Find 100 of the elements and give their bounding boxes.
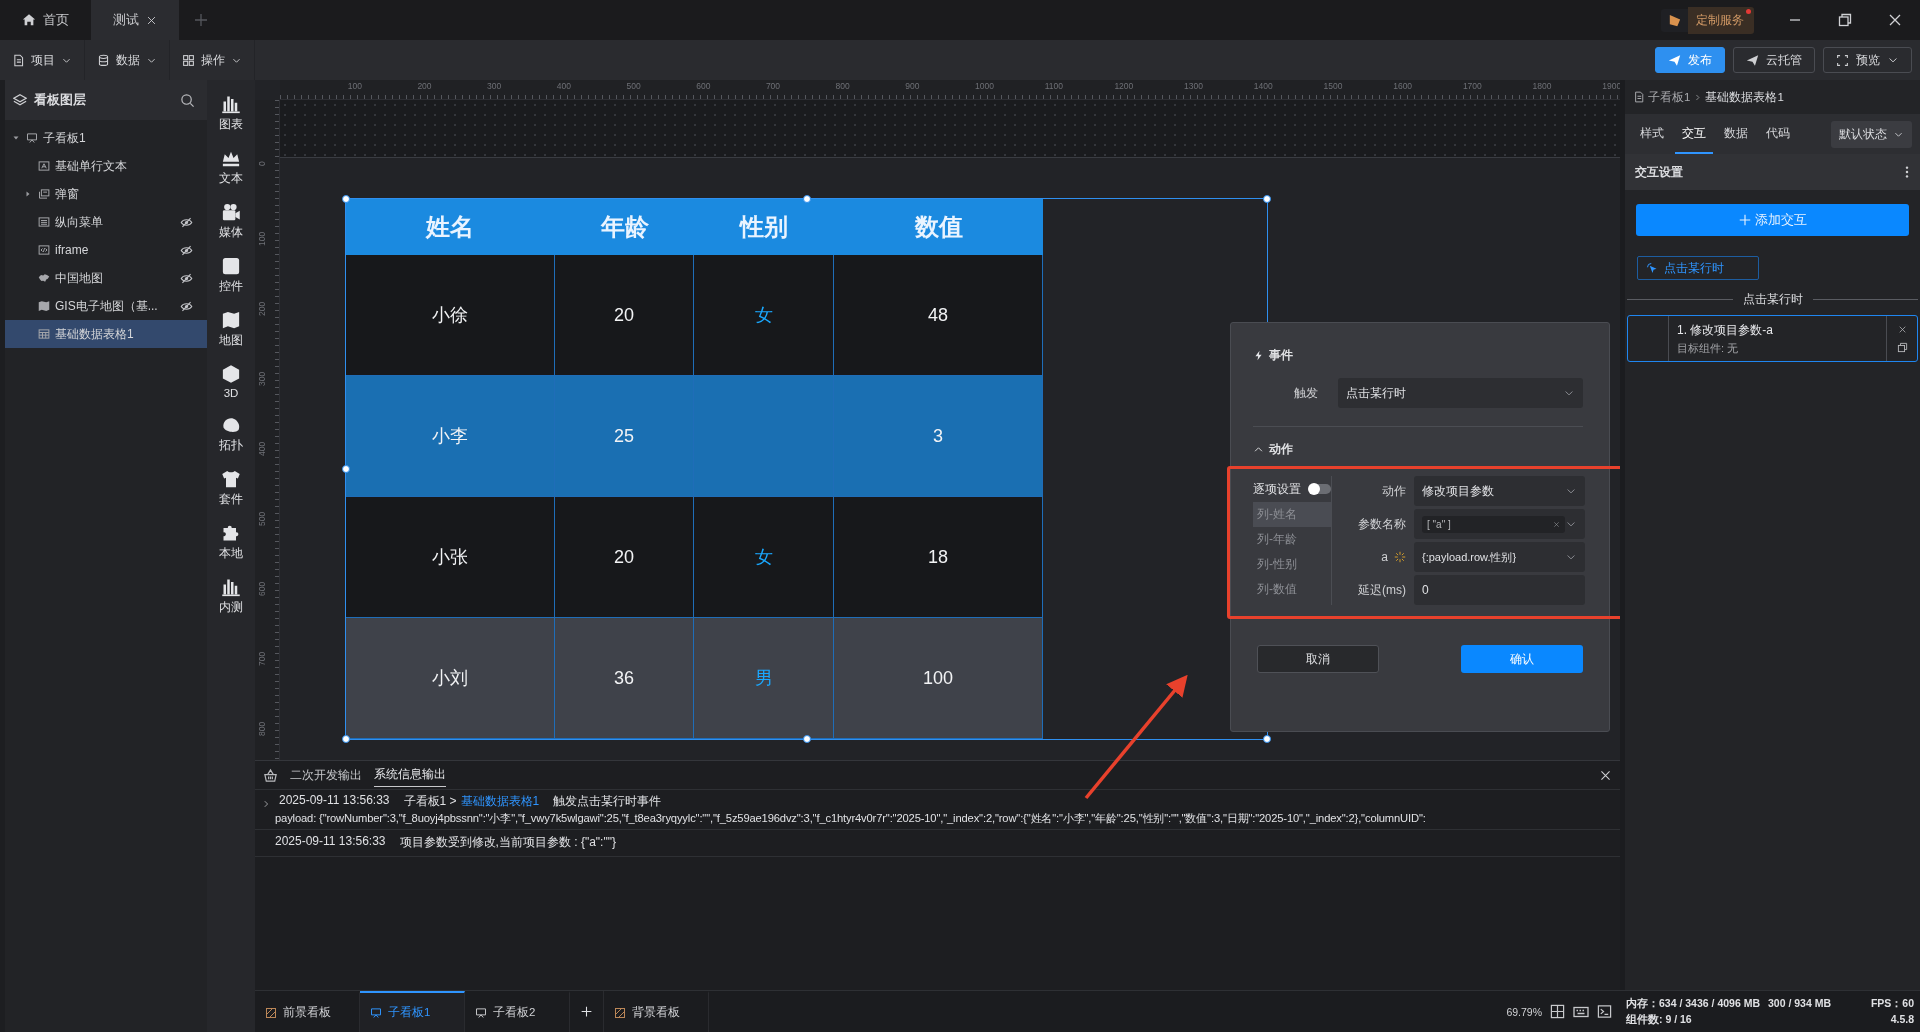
toolbar-button[interactable]: 云托管 (1733, 47, 1815, 73)
palette-item[interactable]: 拓扑 (209, 415, 253, 453)
palette-item[interactable]: 地图 (209, 310, 253, 348)
state-dropdown[interactable]: 默认状态 (1831, 120, 1912, 148)
table-cell: 小刘 (345, 618, 555, 739)
caret-icon[interactable] (1253, 444, 1264, 455)
select-field[interactable]: 修改项目参数 (1414, 476, 1585, 506)
tree-item[interactable]: 弹窗 (5, 180, 207, 208)
eye-slash-icon[interactable] (180, 215, 193, 229)
palette-item[interactable]: 内测 (209, 577, 253, 615)
dialog-button[interactable]: 确认 (1461, 645, 1583, 673)
palette-item[interactable]: 套件 (209, 469, 253, 507)
input-field[interactable]: 0 (1414, 575, 1585, 605)
tab[interactable]: 首页 (0, 0, 91, 40)
ruler-label: 100 (347, 81, 362, 91)
table-cell: 3 (834, 376, 1043, 497)
tab[interactable]: 系统信息输出 (374, 763, 446, 787)
ruler-label: 500 (626, 81, 641, 91)
lightning-icon (1253, 350, 1264, 361)
tree-item[interactable]: GIS电子地图（基... (5, 292, 207, 320)
breadcrumb-item[interactable]: 基础数据表格1 (1705, 89, 1784, 105)
tab[interactable]: 数据 (1717, 114, 1755, 154)
terminal-icon[interactable] (1597, 1004, 1612, 1019)
blob-icon (221, 415, 241, 435)
resize-handle[interactable] (802, 735, 811, 743)
resize-handle[interactable] (342, 195, 350, 203)
video-camera-icon (221, 202, 241, 222)
table-cell: 20 (555, 497, 694, 618)
tag-select-field[interactable]: [ "a" ] (1414, 509, 1585, 539)
tab[interactable]: 背景看板 (604, 991, 709, 1032)
basket-icon[interactable] (263, 767, 278, 783)
cube-icon (221, 364, 241, 384)
fit-screen-icon[interactable] (1550, 1004, 1565, 1019)
palette-item[interactable]: 控件 (209, 256, 253, 294)
resize-handle[interactable] (342, 735, 350, 743)
caret-icon[interactable] (24, 190, 32, 198)
tree-item[interactable]: 基础数据表格1 (5, 320, 207, 348)
breadcrumb-item[interactable]: 子看板1 (1648, 89, 1691, 105)
select-field[interactable]: {:payload.row.性别} (1414, 542, 1585, 572)
copy-icon[interactable] (1896, 341, 1908, 353)
restore-icon[interactable] (1837, 12, 1853, 28)
tree-item[interactable]: 基础单行文本 (5, 152, 207, 180)
caret-icon[interactable] (12, 134, 20, 142)
tab[interactable]: 二次开发输出 (290, 763, 362, 787)
tab[interactable]: 代码 (1759, 114, 1797, 154)
tab[interactable]: 子看板2 (465, 991, 570, 1032)
ruler-label: 600 (257, 581, 267, 596)
resize-handle[interactable] (1263, 735, 1271, 743)
tab[interactable]: 样式 (1633, 114, 1671, 154)
tree-item[interactable]: 子看板1 (5, 124, 207, 152)
column-item[interactable]: 列-数值 (1253, 577, 1331, 602)
bar-chart-icon (221, 94, 241, 114)
resize-handle[interactable] (802, 195, 811, 203)
tree-item[interactable]: 中国地图 (5, 264, 207, 292)
sparkle-icon[interactable] (1394, 551, 1406, 563)
eye-slash-icon[interactable] (180, 299, 193, 313)
send-icon (1668, 53, 1681, 67)
close-icon[interactable] (1897, 324, 1907, 334)
event-chip[interactable]: 点击某行时 (1637, 256, 1759, 280)
tree-item[interactable]: iframe (5, 236, 207, 264)
ruler-label: 1100 (1044, 81, 1063, 91)
ruler-label: 700 (257, 651, 267, 666)
ruler-label: 500 (257, 511, 267, 526)
action-card[interactable]: 1. 修改项目参数-a 目标组件: 无 (1627, 315, 1918, 362)
field-label: 动作 (1382, 482, 1406, 500)
log-message: 项目参数受到修改,当前项目参数 : {"a":""} (399, 834, 616, 851)
eye-slash-icon[interactable] (180, 243, 193, 257)
layers-icon (13, 93, 27, 107)
ruler-label: 400 (257, 441, 267, 456)
dialog-button[interactable]: 取消 (1257, 645, 1379, 673)
table-cell: 女 (694, 497, 834, 618)
close-icon[interactable] (1887, 12, 1903, 28)
column-header: 性别 (694, 198, 834, 255)
search-icon[interactable] (180, 92, 195, 108)
toolbar-button[interactable]: 预览 (1823, 47, 1912, 73)
document-icon (1633, 91, 1645, 103)
log-link[interactable]: 基础数据表格1 (460, 793, 540, 810)
expand-icon (1836, 53, 1849, 67)
hatched-square-icon (614, 1006, 626, 1019)
select-field[interactable]: 点击某行时 (1338, 378, 1583, 408)
resize-handle[interactable] (342, 465, 350, 473)
close-icon[interactable] (146, 14, 157, 26)
service-button[interactable]: 定制服务 (1688, 6, 1754, 34)
tab[interactable]: 测试 (91, 0, 179, 40)
palette-item[interactable]: 图表 (209, 94, 253, 132)
tree-item[interactable]: 纵向菜单 (5, 208, 207, 236)
table-cell: 女 (694, 255, 834, 376)
table-cell: 男 (694, 618, 834, 739)
tab[interactable]: 子看板1 (360, 991, 465, 1032)
palette-item[interactable]: 媒体 (209, 202, 253, 240)
palette-item[interactable]: 本地 (209, 523, 253, 561)
column-item[interactable]: 列-年龄 (1253, 527, 1331, 552)
palette-item[interactable]: 3D (209, 364, 253, 399)
palette-item[interactable]: 文本 (209, 148, 253, 186)
column-item[interactable]: 列-性别 (1253, 552, 1331, 577)
eye-slash-icon[interactable] (180, 271, 193, 285)
close-icon[interactable] (1599, 768, 1612, 782)
toggle-switch[interactable] (1309, 484, 1331, 494)
chevron-right-icon[interactable] (261, 799, 271, 809)
resize-handle[interactable] (1263, 195, 1271, 203)
